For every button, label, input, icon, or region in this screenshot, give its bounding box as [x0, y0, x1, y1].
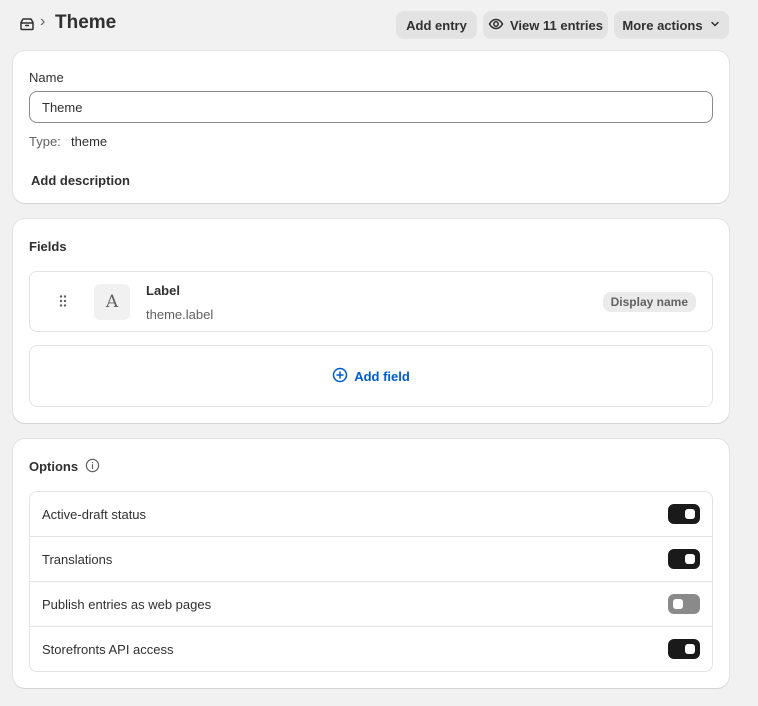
add-description-button[interactable]: Add description [31, 173, 130, 188]
options-list: Active-draft status Translations Publish… [29, 491, 713, 672]
field-name: Label [146, 283, 180, 298]
options-title: Options [29, 459, 79, 474]
field-row[interactable]: A Label theme.label Display name [29, 271, 713, 332]
metaobject-icon[interactable] [18, 15, 36, 33]
active-draft-toggle[interactable] [668, 504, 700, 524]
option-label: Translations [42, 552, 113, 567]
option-label: Storefronts API access [42, 642, 174, 657]
drag-handle-icon[interactable] [58, 294, 68, 311]
fields-card: Fields A Label theme.label Display name … [13, 219, 729, 423]
add-entry-label: Add entry [406, 17, 467, 33]
name-label: Name [29, 70, 64, 85]
plus-circle-icon [332, 367, 348, 386]
page-header: › Theme Add entry View 11 entries More a… [0, 0, 758, 50]
option-row-active-draft: Active-draft status [30, 492, 712, 537]
option-label: Publish entries as web pages [42, 597, 212, 612]
option-row-storefront-api: Storefronts API access [30, 627, 712, 672]
view-entries-button[interactable]: View 11 entries [483, 11, 608, 39]
toggle-knob [685, 644, 695, 654]
view-entries-label: View 11 entries [510, 17, 603, 33]
option-label: Active-draft status [42, 507, 147, 522]
text-type-icon: A [94, 284, 130, 320]
breadcrumb-separator: › [40, 13, 46, 30]
info-icon[interactable] [85, 458, 100, 476]
toggle-knob [673, 599, 683, 609]
definition-card: Name Type: theme Add description [13, 51, 729, 203]
type-label: Type: [29, 134, 61, 149]
field-key: theme.label [146, 307, 214, 322]
chevron-down-icon [709, 18, 721, 33]
web-pages-toggle[interactable] [668, 594, 700, 614]
type-value: theme [71, 134, 108, 149]
eye-icon [488, 16, 504, 35]
option-row-translations: Translations [30, 537, 712, 582]
option-row-web-pages: Publish entries as web pages [30, 582, 712, 627]
more-actions-label: More actions [622, 17, 703, 33]
page-title: Theme [55, 12, 117, 33]
translations-toggle[interactable] [668, 549, 700, 569]
more-actions-button[interactable]: More actions [614, 11, 729, 39]
toggle-knob [685, 509, 695, 519]
add-field-label: Add field [354, 368, 410, 384]
add-field-button[interactable]: Add field [29, 345, 713, 407]
add-entry-button[interactable]: Add entry [396, 11, 477, 39]
fields-title: Fields [29, 239, 67, 254]
display-name-badge: Display name [602, 292, 696, 312]
toggle-knob [685, 554, 695, 564]
options-card: Options Active-draft status Translations… [13, 439, 729, 688]
storefront-api-toggle[interactable] [668, 639, 700, 659]
name-input[interactable] [29, 91, 713, 123]
